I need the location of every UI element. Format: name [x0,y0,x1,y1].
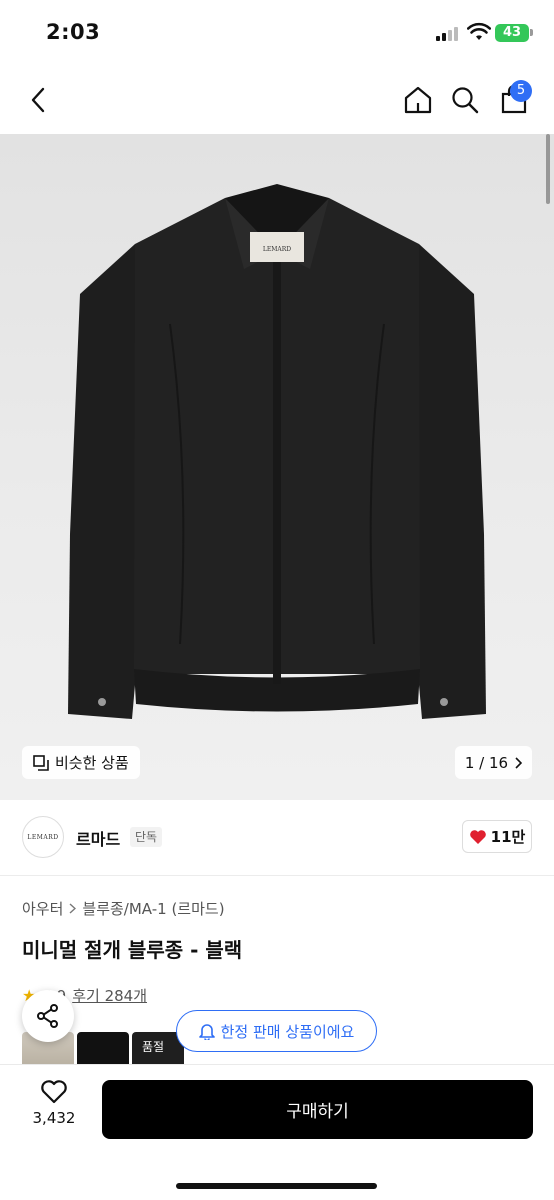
chevron-right-icon [515,756,523,769]
search-button[interactable] [447,80,483,120]
home-button[interactable] [400,80,436,120]
jacket-image: LEMARD [68,184,486,719]
status-time: 2:03 [46,20,101,44]
brand-like-button[interactable]: 11만 [462,820,532,853]
top-nav [0,66,554,134]
wishlist-button[interactable]: 3,432 [22,1079,86,1139]
cellular-signal-icon [436,27,462,41]
buy-button[interactable]: 구매하기 [102,1080,533,1139]
brand-like-count: 11만 [490,828,526,846]
breadcrumb: 아우터 블루종/MA-1 (르마드) [22,898,225,919]
wishlist-count: 3,432 [32,1109,76,1127]
wifi-icon [467,22,491,40]
bottom-action-bar: 3,432 구매하기 [0,1064,554,1200]
heart-filled-icon [469,829,486,844]
breadcrumb-category[interactable]: 아우터 [22,898,63,919]
share-icon [37,1004,58,1028]
page-counter-text: 1 / 16 [464,753,509,772]
limited-sale-banner[interactable]: 한정 판매 상품이에요 [176,1010,377,1052]
scroll-indicator [546,134,550,204]
similar-products-button[interactable]: 비슷한 상품 [22,746,140,779]
review-count-link[interactable]: 후기 284개 [72,985,147,1006]
jacket-label-text: LEMARD [263,246,291,253]
similar-items-icon [33,754,49,771]
product-title: 미니멀 절개 블루종 - 블랙 [22,938,243,962]
product-image-gallery[interactable]: LEMARD 비슷한 상품 1 / 16 [0,134,554,800]
back-button[interactable] [20,80,56,120]
home-indicator [176,1183,377,1189]
status-bar: 2:03 43 [0,0,554,66]
brand-name[interactable]: 르마드 [76,826,120,850]
search-icon [452,87,479,114]
breadcrumb-subcategory[interactable]: 블루종/MA-1 (르마드) [82,898,224,919]
battery-indicator: 43 [495,24,529,42]
heart-outline-icon [41,1080,67,1104]
thumbnail-black-selected[interactable] [77,1032,129,1066]
brand-logo[interactable]: LEMARD [22,816,64,858]
soldout-label: 품절 [142,1040,165,1054]
limited-sale-label: 한정 판매 상품이에요 [220,1022,355,1041]
exclusive-badge: 단독 [130,827,163,847]
image-page-counter[interactable]: 1 / 16 [455,746,532,779]
brand-row: LEMARD 르마드 단독 11만 [0,800,554,876]
home-icon [404,86,432,114]
bell-icon [198,1024,215,1040]
battery-cap [530,29,533,36]
cart-count-badge: 5 [510,80,532,102]
share-button[interactable] [22,990,74,1042]
chevron-right-icon [69,903,77,914]
back-arrow-icon [31,87,45,113]
similar-products-label: 비슷한 상품 [55,754,129,772]
